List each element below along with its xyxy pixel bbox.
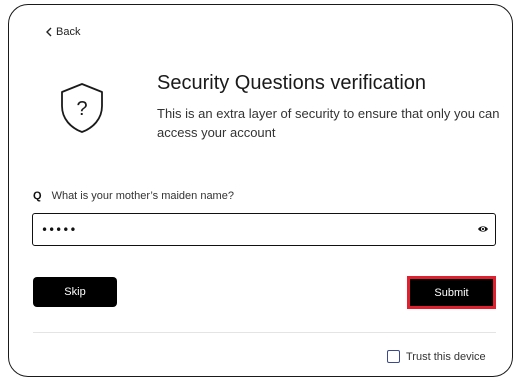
page-title: Security Questions verification xyxy=(157,72,427,94)
skip-button[interactable]: Skip xyxy=(33,277,117,307)
trust-device-option[interactable]: Trust this device xyxy=(387,350,486,363)
divider xyxy=(33,332,496,333)
svg-text:?: ? xyxy=(76,98,87,120)
trust-device-checkbox[interactable] xyxy=(387,350,400,363)
shield-question-icon: ? xyxy=(61,83,103,133)
answer-input[interactable] xyxy=(41,214,471,245)
question-marker: Q xyxy=(33,190,42,202)
back-label: Back xyxy=(56,26,81,38)
back-link[interactable]: Back xyxy=(45,26,80,38)
page-subtitle: This is an extra layer of security to en… xyxy=(157,106,500,140)
submit-highlight: Submit xyxy=(407,276,496,309)
security-question: Q What is your mother’s maiden name? xyxy=(33,190,234,202)
eye-icon[interactable] xyxy=(477,224,489,234)
question-text: What is your mother’s maiden name? xyxy=(51,190,234,202)
submit-button[interactable]: Submit xyxy=(410,279,493,306)
trust-device-label: Trust this device xyxy=(406,350,486,363)
answer-field xyxy=(32,213,496,246)
chevron-left-icon xyxy=(46,27,52,37)
